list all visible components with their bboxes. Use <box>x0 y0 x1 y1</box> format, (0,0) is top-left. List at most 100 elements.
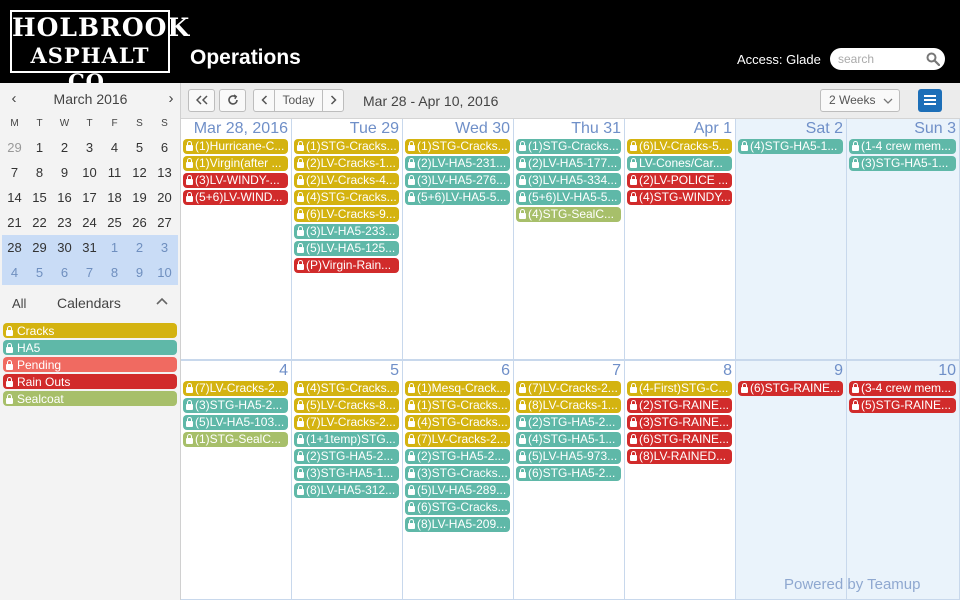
event-chip[interactable]: (3)LV-HA5-334... <box>516 173 621 188</box>
event-chip[interactable]: (4-First)STG-C... <box>627 381 732 396</box>
day-cell[interactable]: 5 (4)STG-Cracks... (5)LV-Cracks-8... (7)LV-… <box>292 360 403 600</box>
event-chip[interactable]: (7)LV-Cracks-2... <box>516 381 621 396</box>
event-chip[interactable]: (6)LV-Cracks-5... <box>627 139 732 154</box>
mini-calendar-day[interactable]: 23 <box>52 210 77 235</box>
today-button[interactable]: Today <box>274 89 323 112</box>
day-cell[interactable]: Thu 31 (1)STG-Cracks... (2)LV-HA5-177... (3… <box>514 119 625 360</box>
search-icon[interactable] <box>926 52 940 66</box>
mini-calendar-day[interactable]: 4 <box>2 260 27 285</box>
mini-calendar-day[interactable]: 2 <box>127 235 152 260</box>
day-cell[interactable]: Sun 3 (1-4 crew mem... (3)STG-HA5-1... <box>847 119 960 360</box>
chevron-up-icon[interactable] <box>156 296 168 306</box>
mini-calendar-day[interactable]: 5 <box>27 260 52 285</box>
event-chip[interactable]: (6)STG-HA5-2... <box>516 466 621 481</box>
day-header[interactable]: Sun 3 <box>914 120 956 138</box>
mini-calendar-day[interactable]: 15 <box>27 185 52 210</box>
day-cell[interactable]: Wed 30 (1)STG-Cracks... (2)LV-HA5-231... (3… <box>403 119 514 360</box>
mini-calendar-day[interactable]: 25 <box>102 210 127 235</box>
prev-period-button[interactable] <box>253 89 275 112</box>
day-cell[interactable]: 4 (7)LV-Cracks-2... (3)STG-HA5-2... (5)LV-H… <box>181 360 292 600</box>
mini-calendar-day[interactable]: 6 <box>52 260 77 285</box>
event-chip[interactable]: (3-4 crew mem... <box>849 381 956 396</box>
event-chip[interactable]: (3)STG-HA5-1... <box>294 466 399 481</box>
refresh-button[interactable] <box>219 89 246 112</box>
mini-calendar-day[interactable]: 4 <box>102 135 127 160</box>
event-chip[interactable]: (5)LV-HA5-289... <box>405 483 510 498</box>
day-cell[interactable]: Apr 1 (6)LV-Cracks-5... LV-Cones/Car... (2)… <box>625 119 736 360</box>
event-chip[interactable]: (4)STG-HA5-1... <box>516 432 621 447</box>
powered-by-label[interactable]: Powered by Teamup <box>784 576 920 593</box>
mini-calendar-day[interactable]: 14 <box>2 185 27 210</box>
event-chip[interactable]: (5)LV-HA5-125... <box>294 241 399 256</box>
mini-calendar-day[interactable]: 6 <box>152 135 177 160</box>
mini-calendar-next-icon[interactable]: › <box>163 91 179 107</box>
day-cell[interactable]: 7 (7)LV-Cracks-2... (8)LV-Cracks-1... (2)ST… <box>514 360 625 600</box>
mini-calendar-day[interactable]: 10 <box>152 260 177 285</box>
mini-calendar-day[interactable]: 28 <box>2 235 27 260</box>
event-chip[interactable]: (1)STG-Cracks... <box>294 139 399 154</box>
event-chip[interactable]: (1)Virgin(after ... <box>183 156 288 171</box>
day-header[interactable]: Wed 30 <box>455 120 510 138</box>
event-chip[interactable]: LV-Cones/Car... <box>627 156 732 171</box>
calendars-all-toggle[interactable]: All <box>12 296 26 311</box>
event-chip[interactable]: (6)STG-RAINE... <box>627 432 732 447</box>
event-chip[interactable]: (3)STG-HA5-2... <box>183 398 288 413</box>
hamburger-menu-button[interactable] <box>918 89 942 112</box>
day-header[interactable]: 6 <box>501 362 510 380</box>
event-chip[interactable]: (8)LV-Cracks-1... <box>516 398 621 413</box>
event-chip[interactable]: (8)LV-HA5-312... <box>294 483 399 498</box>
event-chip[interactable]: (1)Mesq-Crack... <box>405 381 510 396</box>
day-header[interactable]: Mar 28, 2016 <box>194 120 288 138</box>
day-header[interactable]: Thu 31 <box>571 120 621 138</box>
event-chip[interactable]: (1)STG-SealC... <box>183 432 288 447</box>
event-chip[interactable]: (1)STG-Cracks... <box>405 398 510 413</box>
mini-calendar-day[interactable]: 17 <box>77 185 102 210</box>
event-chip[interactable]: (2)LV-POLICE ... <box>627 173 732 188</box>
mini-calendar-day[interactable]: 3 <box>152 235 177 260</box>
mini-calendar-day[interactable]: 16 <box>52 185 77 210</box>
event-chip[interactable]: (6)LV-Cracks-9... <box>294 207 399 222</box>
mini-calendar-day[interactable]: 31 <box>77 235 102 260</box>
mini-calendar-day[interactable]: 19 <box>127 185 152 210</box>
calendar-item[interactable]: HA5 <box>3 340 177 355</box>
event-chip[interactable]: (6)STG-RAINE... <box>738 381 843 396</box>
day-header[interactable]: 8 <box>723 362 732 380</box>
event-chip[interactable]: (4)STG-SealC... <box>516 207 621 222</box>
day-cell[interactable]: 10 (3-4 crew mem... (5)STG-RAINE... <box>847 360 960 600</box>
day-cell[interactable]: Sat 2 (4)STG-HA5-1... <box>736 119 847 360</box>
mini-calendar-day[interactable]: 21 <box>2 210 27 235</box>
event-chip[interactable]: (5)LV-Cracks-8... <box>294 398 399 413</box>
event-chip[interactable]: (P)Virgin-Rain... <box>294 258 399 273</box>
event-chip[interactable]: (6)STG-Cracks... <box>405 500 510 515</box>
mini-calendar-day[interactable]: 2 <box>52 135 77 160</box>
day-header[interactable]: Apr 1 <box>694 120 732 138</box>
mini-calendar-day[interactable]: 7 <box>77 260 102 285</box>
mini-calendar-day[interactable]: 26 <box>127 210 152 235</box>
calendar-item[interactable]: Cracks <box>3 323 177 338</box>
mini-calendar-day[interactable]: 8 <box>102 260 127 285</box>
event-chip[interactable]: (1)STG-Cracks... <box>405 139 510 154</box>
event-chip[interactable]: (1-4 crew mem... <box>849 139 956 154</box>
day-cell[interactable]: 9 (6)STG-RAINE... <box>736 360 847 600</box>
day-cell[interactable]: 6 (1)Mesq-Crack... (1)STG-Cracks... (4)STG-… <box>403 360 514 600</box>
event-chip[interactable]: (5)STG-RAINE... <box>849 398 956 413</box>
view-mode-select[interactable]: 2 Weeks <box>820 89 900 112</box>
mini-calendar-day[interactable]: 5 <box>127 135 152 160</box>
event-chip[interactable]: (4)STG-WINDY... <box>627 190 732 205</box>
event-chip[interactable]: (3)LV-HA5-233... <box>294 224 399 239</box>
mini-calendar-day[interactable]: 20 <box>152 185 177 210</box>
mini-calendar-day[interactable]: 7 <box>2 160 27 185</box>
mini-calendar-day[interactable]: 18 <box>102 185 127 210</box>
event-chip[interactable]: (5+6)LV-HA5-5... <box>516 190 621 205</box>
mini-calendar-day[interactable]: 9 <box>127 260 152 285</box>
event-chip[interactable]: (2)STG-HA5-2... <box>294 449 399 464</box>
mini-calendar-day[interactable]: 1 <box>102 235 127 260</box>
event-chip[interactable]: (1+1temp)STG... <box>294 432 399 447</box>
event-chip[interactable]: (2)LV-Cracks-4... <box>294 173 399 188</box>
mini-calendar-day[interactable]: 22 <box>27 210 52 235</box>
day-cell[interactable]: Mar 28, 2016 (1)Hurricane-C... (1)Virgin(a… <box>181 119 292 360</box>
day-cell[interactable]: 8 (4-First)STG-C... (2)STG-RAINE... (3)STG-… <box>625 360 736 600</box>
event-chip[interactable]: (7)LV-Cracks-2... <box>405 432 510 447</box>
event-chip[interactable]: (1)Hurricane-C... <box>183 139 288 154</box>
mini-calendar-day[interactable]: 30 <box>52 235 77 260</box>
